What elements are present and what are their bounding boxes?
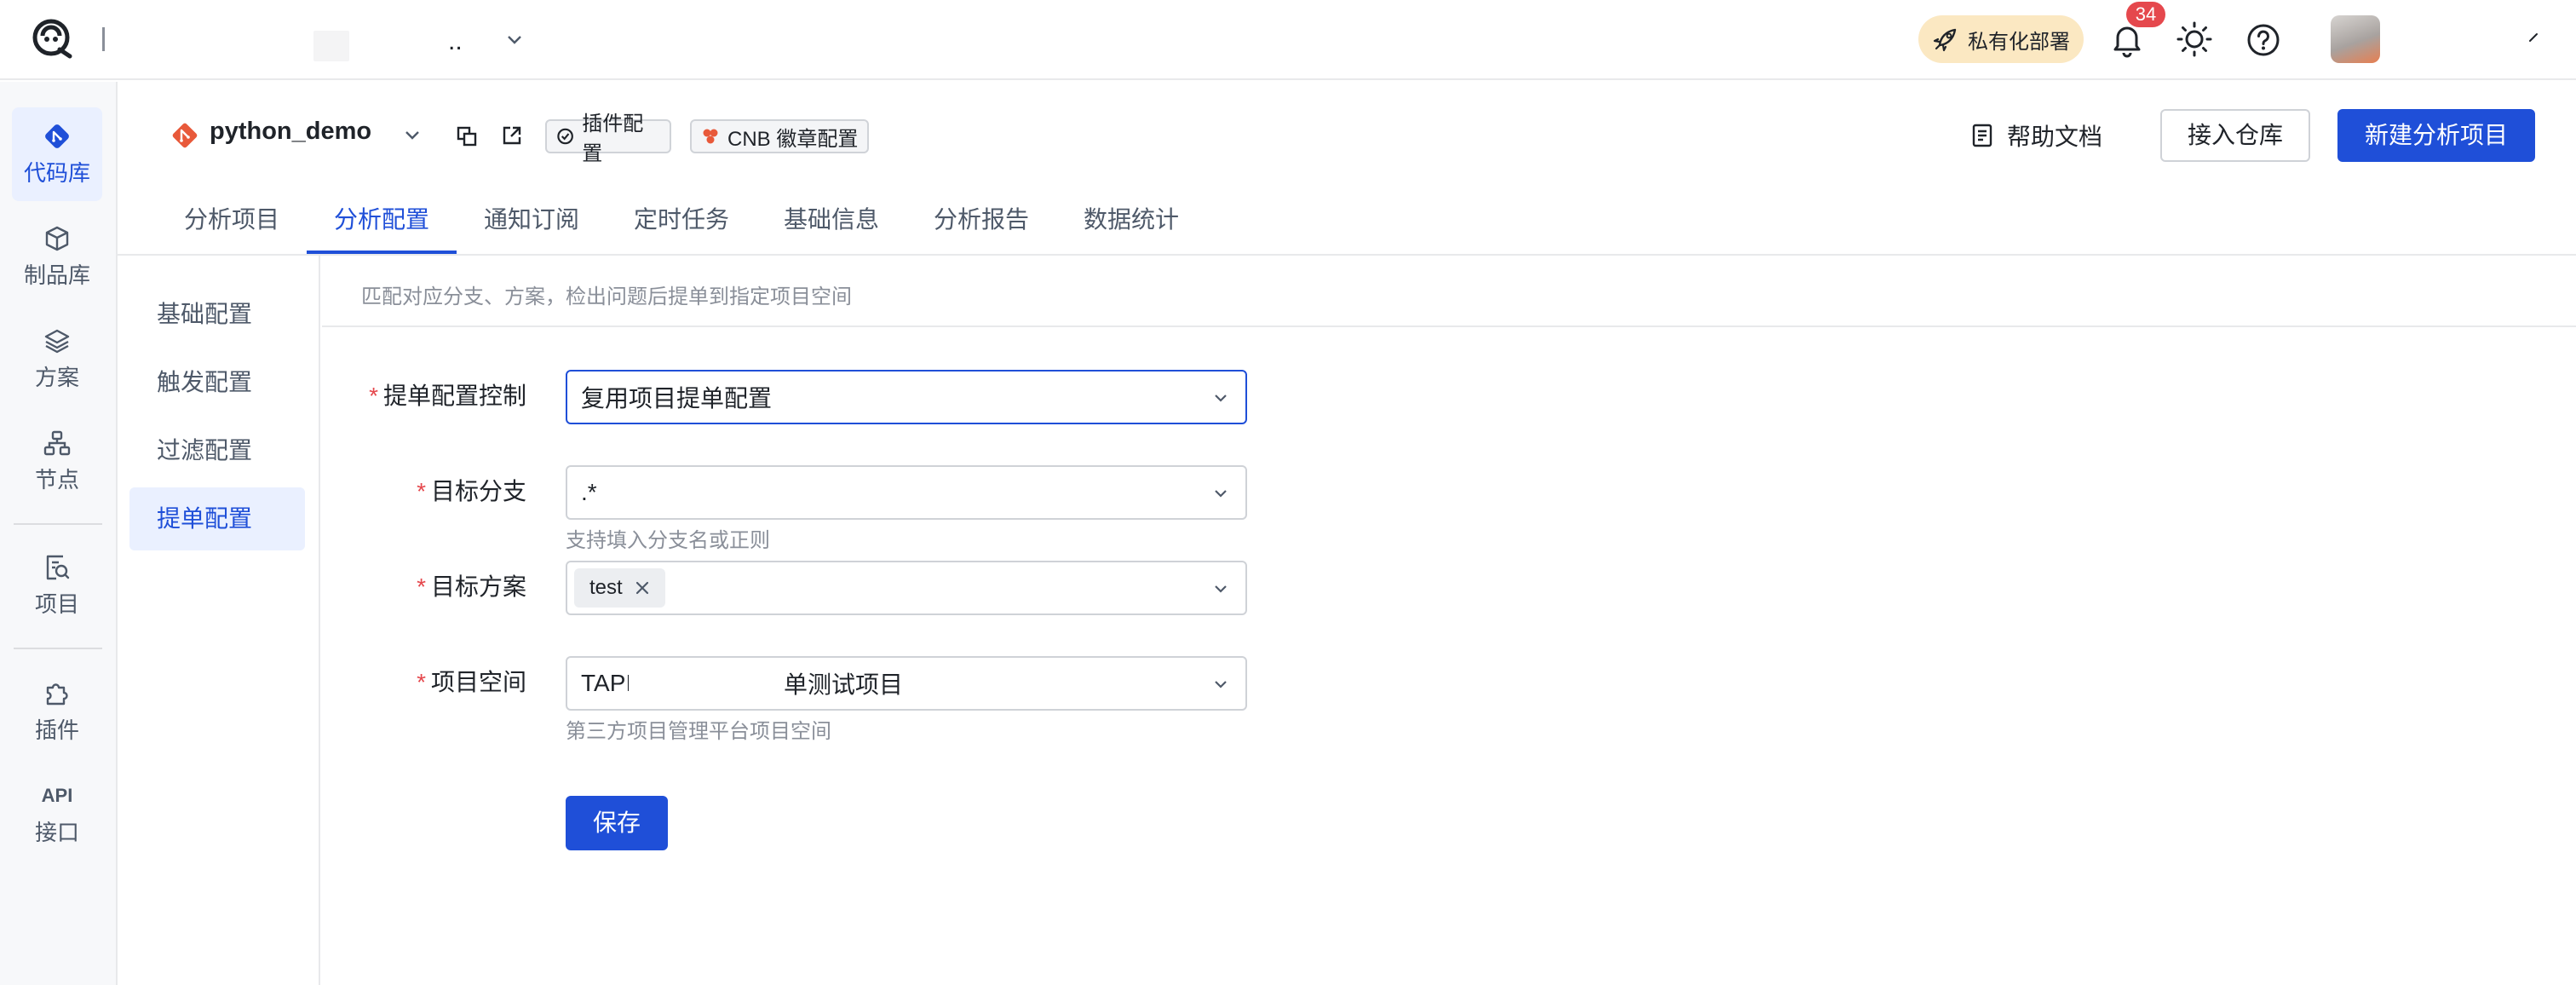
branch-label-text: 目标分支 [430,478,526,504]
cnb-badge-config-tag[interactable]: CNB 徽章配置 [690,119,869,153]
top-bar: .. 私有化部署 34 [0,0,2576,80]
tabs-divider [118,254,2576,256]
help-doc-button[interactable]: 帮助文档 [1969,111,2102,160]
nav-item-nodes[interactable]: 节点 [12,414,102,508]
repo-icon [45,124,69,148]
org-name[interactable]: .. [448,27,463,56]
chevron-down-icon[interactable] [504,29,525,49]
branch-select[interactable]: .* [566,465,1247,520]
cnb-icon [703,129,718,144]
rocket-icon [1933,28,1957,52]
new-project-button[interactable]: 新建分析项目 [2337,109,2535,162]
chevron-down-icon[interactable] [402,124,423,145]
api-label: API [41,784,73,806]
control-select[interactable]: 复用项目提单配置 [566,370,1247,424]
tab-basic-info[interactable]: 基础信息 [784,201,879,235]
puzzle-icon [46,683,68,705]
project-search-icon [46,555,70,579]
tab-scheduled[interactable]: 定时任务 [634,201,729,235]
control-label: * 提单配置控制 [341,370,526,423]
tab-notifications[interactable]: 通知订阅 [484,201,579,235]
chevron-down-icon [1215,681,1227,688]
chevron-down-icon [1215,395,1227,402]
subnav-issue[interactable]: 提单配置 [129,487,305,550]
logo-icon[interactable] [31,17,75,61]
nav-item-label: 节点 [34,466,79,492]
caret-icon[interactable] [2527,31,2540,44]
topbar-divider [102,27,105,51]
nodes-icon [43,430,71,455]
nav-item-label: 项目 [34,590,79,617]
section-description: 匹配对应分支、方案，检出问题后提单到指定项目空间 [361,285,852,308]
connect-repo-button[interactable]: 接入仓库 [2160,109,2310,162]
redacted-block [313,31,349,61]
nav-item-api[interactable]: API 接口 [12,767,102,861]
subnav-basic[interactable]: 基础配置 [129,283,305,346]
space-label: * 项目空间 [341,656,526,709]
avatar[interactable] [2331,15,2380,63]
nav-item-repo[interactable]: 代码库 [12,107,102,201]
repo-name[interactable]: python_demo [210,118,371,146]
tab-reports[interactable]: 分析报告 [934,201,1029,235]
scheme-tag-label: test [589,576,623,599]
document-icon [1972,124,1992,147]
branch-hint: 支持填入分支名或正则 [566,529,770,552]
branch-value: .* [581,479,597,505]
nav-divider [14,523,102,525]
nav-item-label: 接口 [34,819,79,845]
required-mark: * [417,478,426,504]
copy-icon[interactable] [455,124,479,148]
plugin-cycle-icon [557,128,573,145]
subnav-filter[interactable]: 过滤配置 [129,419,305,482]
space-value-prefix: TAPI [581,670,632,696]
nav-divider [14,648,102,649]
redacted-block [629,661,780,706]
required-mark: * [417,669,426,695]
tab-projects[interactable]: 分析项目 [184,201,279,235]
help-icon[interactable] [2245,22,2281,58]
layers-icon [44,329,70,353]
scheme-label-text: 目标方案 [430,573,526,600]
tab-bar: 分析项目 分析配置 通知订阅 定时任务 基础信息 分析报告 数据统计 [0,193,2576,257]
plugin-config-label: 插件配置 [582,112,644,165]
space-value-suffix: 单测试项目 [784,671,904,698]
nav-item-label: 代码库 [23,159,90,186]
scheme-select[interactable]: test [566,561,1247,615]
notification-badge: 34 [2126,2,2165,27]
nav-item-scheme[interactable]: 方案 [12,312,102,406]
scheme-label: * 目标方案 [341,561,526,613]
space-select[interactable]: TAPI 单测试项目 [566,656,1247,711]
control-value: 复用项目提单配置 [581,385,773,412]
nav-item-label: 方案 [34,364,79,390]
space-hint: 第三方项目管理平台项目空间 [566,720,831,743]
cnb-badge-config-label: CNB 徽章配置 [727,127,859,151]
content-divider [322,325,2576,327]
git-icon [172,123,198,148]
nav-item-project[interactable]: 项目 [12,539,102,632]
control-label-text: 提单配置控制 [382,383,526,409]
nav-item-plugins[interactable]: 插件 [12,665,102,758]
private-deploy-button[interactable]: 私有化部署 [1918,15,2084,63]
tab-analysis-config[interactable]: 分析配置 [334,201,429,235]
nav-item-label: 插件 [34,717,79,743]
external-link-icon[interactable] [501,124,523,147]
save-button[interactable]: 保存 [566,796,668,850]
private-deploy-label: 私有化部署 [1968,30,2070,54]
close-icon[interactable] [633,579,652,597]
required-mark: * [369,383,378,409]
config-subnav: 基础配置 触发配置 过滤配置 提单配置 [118,256,320,985]
tab-statistics[interactable]: 数据统计 [1084,201,1179,235]
scheme-tag: test [574,568,665,608]
chevron-down-icon [1215,490,1227,498]
branch-label: * 目标分支 [341,465,526,518]
space-label-text: 项目空间 [430,669,526,695]
required-mark: * [417,573,426,600]
help-doc-label: 帮助文档 [2007,124,2103,150]
subnav-trigger[interactable]: 触发配置 [129,351,305,414]
plugin-config-tag[interactable]: 插件配置 [545,112,671,165]
nav-item-label: 制品库 [23,262,90,288]
chevron-down-icon [1215,585,1227,593]
sun-icon[interactable] [2176,20,2213,58]
